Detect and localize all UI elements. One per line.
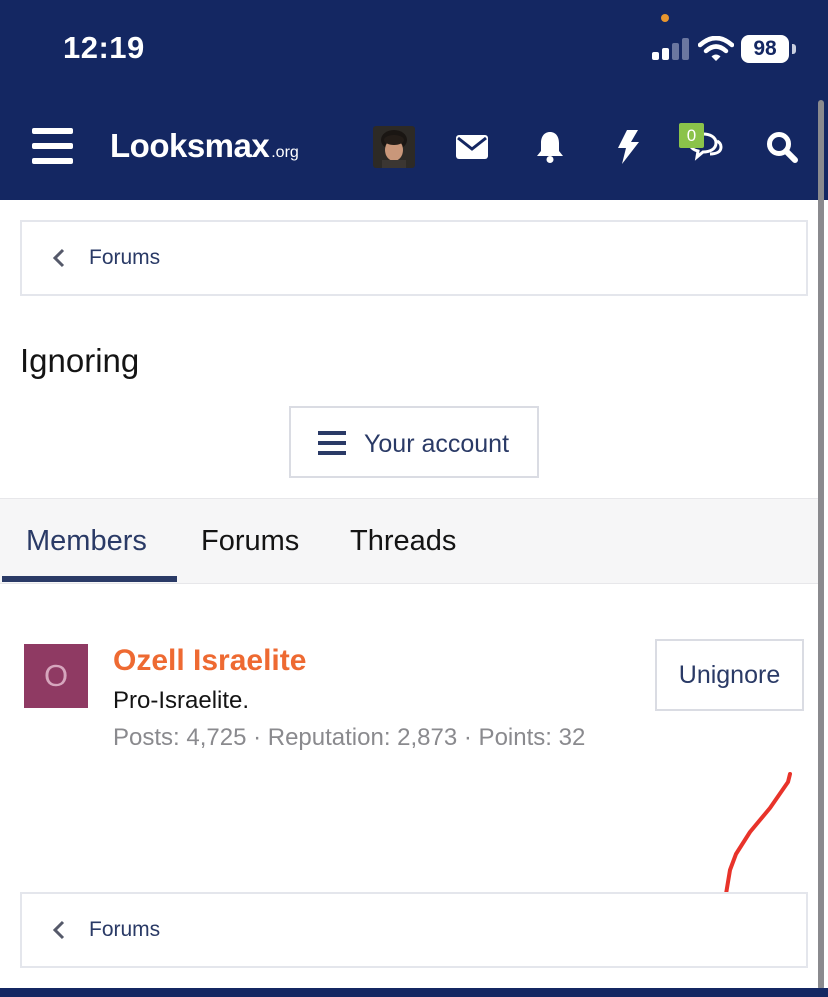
footer-bar bbox=[0, 988, 828, 997]
breadcrumb-bottom[interactable]: Forums bbox=[20, 892, 808, 968]
member-stats: Posts: 4,725 · Reputation: 2,873 · Point… bbox=[113, 724, 586, 751]
tab-forums[interactable]: Forums bbox=[201, 499, 299, 583]
tab-members[interactable]: Members bbox=[26, 499, 147, 583]
chevron-left-icon bbox=[52, 920, 65, 940]
status-time: 12:19 bbox=[63, 30, 145, 65]
search-icon[interactable] bbox=[762, 126, 802, 168]
logo-tld-text: .org bbox=[271, 144, 299, 161]
site-logo[interactable]: Looksmax .org bbox=[110, 127, 299, 167]
bell-icon[interactable] bbox=[530, 126, 570, 168]
chat-badge: 0 bbox=[679, 123, 704, 148]
unignore-button[interactable]: Unignore bbox=[655, 639, 804, 711]
user-avatar[interactable] bbox=[373, 126, 415, 168]
member-name-link[interactable]: Ozell Israelite bbox=[113, 644, 306, 678]
member-user-title: Pro-Israelite. bbox=[113, 687, 250, 714]
envelope-icon[interactable] bbox=[452, 126, 492, 168]
bolt-icon[interactable] bbox=[608, 126, 648, 168]
list-menu-icon bbox=[318, 431, 346, 455]
top-header: 12:19 98 Looksmax .org 0 bbox=[0, 0, 828, 200]
chevron-left-icon bbox=[52, 248, 65, 268]
page-scrollbar[interactable] bbox=[818, 100, 824, 990]
page-title: Ignoring bbox=[20, 342, 140, 379]
battery-indicator: 98 bbox=[741, 35, 789, 63]
cellular-signal-icon bbox=[652, 38, 690, 60]
breadcrumb-top[interactable]: Forums bbox=[20, 220, 808, 296]
breadcrumb-label: Forums bbox=[89, 918, 161, 941]
ignore-tabs: Members Forums Threads bbox=[0, 498, 818, 584]
tab-threads[interactable]: Threads bbox=[350, 499, 456, 583]
camera-indicator-dot bbox=[661, 14, 669, 22]
menu-icon[interactable] bbox=[32, 128, 73, 164]
your-account-button[interactable]: Your account bbox=[289, 406, 539, 478]
red-pen-annotation bbox=[724, 772, 792, 896]
your-account-label: Your account bbox=[364, 430, 510, 458]
active-tab-indicator bbox=[2, 576, 177, 582]
logo-main-text: Looksmax bbox=[110, 127, 270, 164]
member-avatar[interactable]: O bbox=[24, 644, 88, 708]
battery-tip bbox=[792, 44, 796, 54]
wifi-icon bbox=[698, 36, 734, 61]
breadcrumb-label: Forums bbox=[89, 246, 161, 269]
